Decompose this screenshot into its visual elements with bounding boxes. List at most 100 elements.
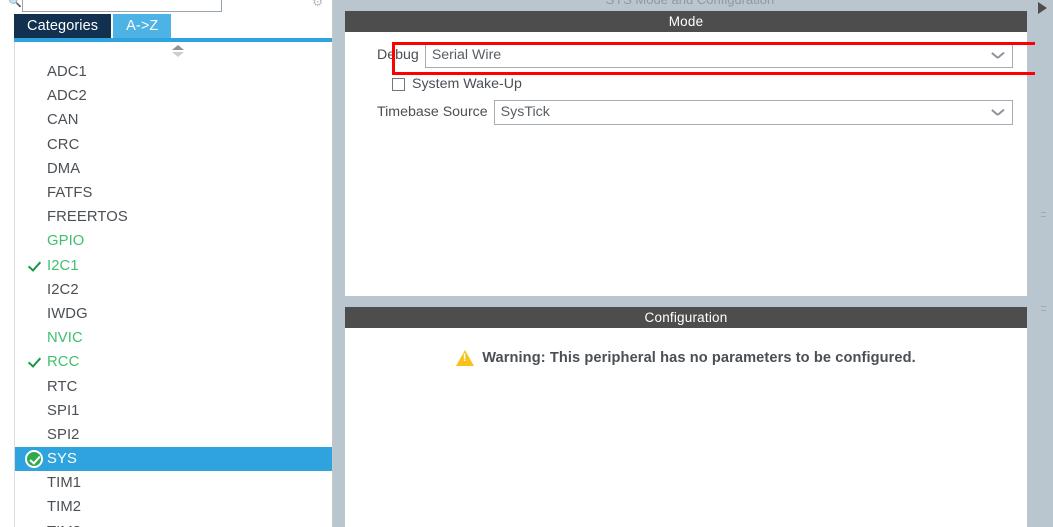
sidebar-item-label: GPIO <box>47 233 85 250</box>
sidebar-item-dma[interactable]: DMA <box>15 157 332 181</box>
status-placeholder <box>21 401 47 421</box>
debug-label: Debug <box>377 47 419 63</box>
system-wake-up-row[interactable]: System Wake-Up <box>345 72 1027 96</box>
sidebar-item-crc[interactable]: CRC <box>15 133 332 157</box>
sidebar-item-label: TIM3 <box>47 524 81 527</box>
sidebar-item-label: RCC <box>47 354 80 371</box>
tab-categories[interactable]: Categories <box>14 14 112 38</box>
sidebar-item-adc1[interactable]: ADC1 <box>15 60 332 84</box>
sidebar-item-rcc[interactable]: RCC <box>15 350 332 374</box>
sidebar-item-sys[interactable]: SYS <box>15 447 332 472</box>
gear-icon[interactable]: ⚙ <box>312 0 323 8</box>
sidebar-item-label: TIM1 <box>47 475 82 492</box>
status-placeholder <box>21 522 47 527</box>
configuration-panel-body: Warning: This peripheral has no paramete… <box>345 328 1027 527</box>
sidebar-item-tim1[interactable]: TIM1 <box>15 471 332 495</box>
check-mark-icon <box>21 352 47 372</box>
status-placeholder <box>21 159 47 179</box>
sidebar-item-label: SYS <box>47 451 77 468</box>
system-wake-up-label: System Wake-Up <box>412 76 522 92</box>
check-mark-icon <box>21 256 47 276</box>
sidebar-item-freertos[interactable]: FREERTOS <box>15 205 332 229</box>
sidebar-item-can[interactable]: CAN <box>15 108 332 132</box>
sidebar-item-spi2[interactable]: SPI2 <box>15 423 332 447</box>
status-placeholder <box>21 207 47 227</box>
panel-divider[interactable] <box>333 0 345 527</box>
sidebar-item-label: ADC2 <box>47 88 87 105</box>
sidebar-item-label: NVIC <box>47 330 83 347</box>
chevron-down-icon[interactable] <box>992 52 1003 59</box>
status-placeholder <box>21 473 47 493</box>
sidebar-item-label: RTC <box>47 378 78 395</box>
sidebar-item-fatfs[interactable]: FATFS <box>15 181 332 205</box>
timebase-select-value: SysTick <box>500 104 550 120</box>
list-sort-header[interactable] <box>14 42 332 60</box>
sidebar-item-gpio[interactable]: GPIO <box>15 229 332 253</box>
status-placeholder <box>21 86 47 106</box>
scroll-right-arrow-icon[interactable] <box>1038 2 1047 14</box>
scrollbar-tick <box>1041 306 1046 307</box>
status-placeholder <box>21 280 47 300</box>
system-wake-up-checkbox[interactable] <box>392 77 405 91</box>
warning-message: Warning: This peripheral has no paramete… <box>456 350 916 366</box>
sidebar-item-spi1[interactable]: SPI1 <box>15 399 332 423</box>
sidebar-item-label: SPI1 <box>47 402 80 419</box>
check-circle-icon <box>25 450 43 469</box>
timebase-select[interactable]: SysTick <box>493 99 1013 125</box>
sidebar-item-tim2[interactable]: TIM2 <box>15 495 332 519</box>
scrollbar-tick <box>1041 212 1046 213</box>
peripheral-sidebar: 🔍 ⚙ Categories A->Z ADC1 ADC2 CAN CRC DMA FAT… <box>0 0 333 527</box>
status-placeholder <box>21 231 47 251</box>
peripheral-list[interactable]: ADC1 ADC2 CAN CRC DMA FATFS FREERTOS GPIO I2C1 I2… <box>14 60 332 527</box>
mode-panel: Mode Debug Serial Wire System Wake-Up Ti… <box>345 11 1027 296</box>
search-input[interactable] <box>22 0 222 12</box>
search-strip: 🔍 ⚙ <box>0 0 332 13</box>
configuration-panel: Configuration Warning: This peripheral h… <box>345 307 1027 527</box>
sidebar-item-label: CRC <box>47 136 80 153</box>
sidebar-item-i2c1[interactable]: I2C1 <box>15 254 332 278</box>
sidebar-item-label: ADC1 <box>47 64 87 81</box>
status-placeholder <box>21 304 47 324</box>
debug-row: Debug Serial Wire <box>345 42 1027 68</box>
cubemx-window: 🔍 ⚙ Categories A->Z ADC1 ADC2 CAN CRC DMA FAT… <box>0 0 1053 527</box>
status-placeholder <box>21 377 47 397</box>
warning-triangle-icon <box>456 350 475 366</box>
status-placeholder <box>21 497 47 517</box>
timebase-label: Timebase Source <box>377 104 488 120</box>
vertical-scrollbar[interactable] <box>1035 0 1053 527</box>
mode-panel-header: Mode <box>345 11 1027 32</box>
sidebar-item-label: FREERTOS <box>47 209 128 226</box>
configuration-panel-header: Configuration <box>345 307 1027 328</box>
chevron-down-icon[interactable] <box>992 109 1003 116</box>
sidebar-item-i2c2[interactable]: I2C2 <box>15 278 332 302</box>
sidebar-item-label: I2C2 <box>47 281 79 298</box>
scrollbar-tick <box>1041 310 1046 311</box>
sidebar-item-tim3[interactable]: TIM3 <box>15 520 332 527</box>
configuration-main: SYS Mode and Configuration Mode Debug Se… <box>345 0 1035 527</box>
status-placeholder <box>21 62 47 82</box>
check-mark-icon <box>27 259 41 273</box>
sidebar-item-label: TIM2 <box>47 499 82 516</box>
page-title: SYS Mode and Configuration <box>345 0 1035 7</box>
sidebar-item-label: FATFS <box>47 185 93 202</box>
search-icon: 🔍 <box>8 0 22 8</box>
timebase-row: Timebase Source SysTick <box>345 99 1027 125</box>
sidebar-tabs: Categories A->Z <box>0 14 332 38</box>
status-placeholder <box>21 110 47 130</box>
debug-select-value: Serial Wire <box>431 47 502 63</box>
sidebar-item-rtc[interactable]: RTC <box>15 374 332 398</box>
tab-a-to-z[interactable]: A->Z <box>113 14 172 38</box>
status-placeholder <box>21 135 47 155</box>
sidebar-item-adc2[interactable]: ADC2 <box>15 84 332 108</box>
scrollbar-tick <box>1041 216 1046 217</box>
sidebar-item-label: SPI2 <box>47 426 80 443</box>
check-mark-icon <box>27 355 41 369</box>
sort-arrows-icon[interactable] <box>172 45 184 58</box>
status-placeholder <box>21 183 47 203</box>
sidebar-item-nvic[interactable]: NVIC <box>15 326 332 350</box>
status-placeholder <box>21 328 47 348</box>
debug-select[interactable]: Serial Wire <box>424 42 1013 68</box>
sidebar-item-label: DMA <box>47 160 81 177</box>
sidebar-item-iwdg[interactable]: IWDG <box>15 302 332 326</box>
check-circle-icon <box>21 449 47 469</box>
